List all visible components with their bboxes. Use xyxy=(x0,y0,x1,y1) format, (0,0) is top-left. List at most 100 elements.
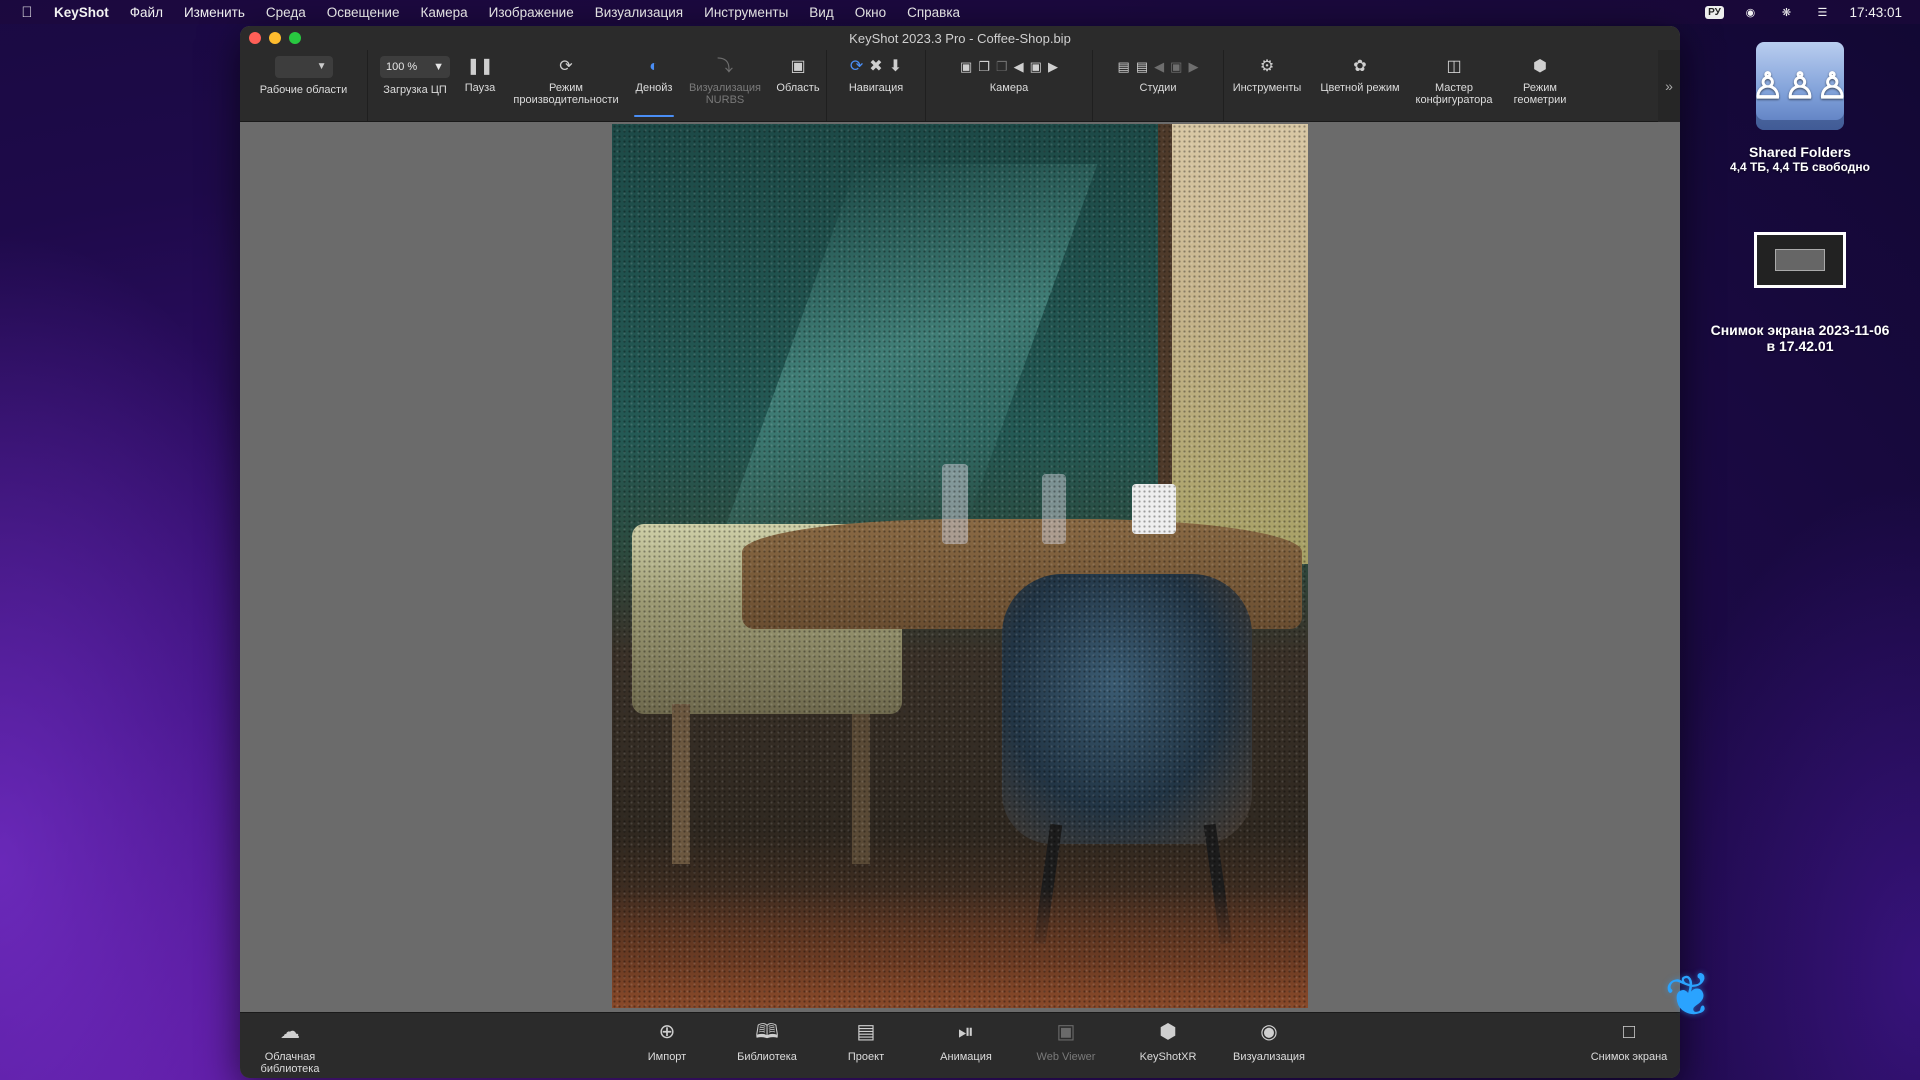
keyshotxr-button[interactable]: ⬢ KeyShotXR xyxy=(1131,1019,1205,1063)
menu-bar:  KeyShot Файл Изменить Среда Освещение … xyxy=(0,0,1920,24)
tools-button[interactable]: ⚙ Инструменты xyxy=(1224,50,1310,121)
drop-icon[interactable]: ⬇ xyxy=(889,59,902,75)
network-drive-icon: ♙♙♙ xyxy=(1752,42,1848,130)
menu-environment[interactable]: Среда xyxy=(266,5,306,20)
cloud-library-icon: ☁ xyxy=(280,1021,300,1043)
chevron-down-icon: ▼ xyxy=(433,61,444,73)
apple-logo-icon[interactable]:  xyxy=(18,4,36,21)
camera-prev-icon[interactable]: ◀ xyxy=(1014,60,1024,73)
ribbon-toolbar: ▼ Рабочие области 100 % ▼ Загрузка ЦП ❚❚ … xyxy=(240,50,1680,122)
nurbs-render-button[interactable]: ⤵ Визуализация NURBS xyxy=(680,50,770,121)
studio-prev-icon[interactable]: ◀ xyxy=(1154,60,1164,73)
web-viewer-label: Web Viewer xyxy=(1036,1051,1096,1063)
palette-icon: ✿ xyxy=(1353,58,1367,75)
pause-button[interactable]: ❚❚ Пауза xyxy=(456,50,504,121)
zoom-select[interactable]: 100 % ▼ xyxy=(380,56,450,78)
shared-folders-drive[interactable]: ♙♙♙ Shared Folders 4,4 ТБ, 4,4 ТБ свобод… xyxy=(1712,42,1888,174)
navigation-label: Навигация xyxy=(848,82,904,94)
denoise-button[interactable]: ◐ Денойз xyxy=(628,50,680,121)
drive-name: Shared Folders xyxy=(1749,144,1851,160)
cpu-group: 100 % ▼ Загрузка ЦП ❚❚ Пауза ⟳ Режим прои… xyxy=(374,50,827,121)
menu-edit[interactable]: Изменить xyxy=(184,5,245,20)
animation-label: Анимация xyxy=(940,1051,992,1063)
maximize-window-button[interactable] xyxy=(289,32,301,44)
app-status-icon[interactable]: ◉ xyxy=(1741,5,1759,19)
menu-bar-clock[interactable]: 17:43:01 xyxy=(1849,5,1902,20)
import-label: Импорт xyxy=(647,1051,687,1063)
camera-button[interactable]: ▣ ❐ ❐ ◀ ▣ ▶ Камера xyxy=(926,50,1092,121)
cpu-usage-button[interactable]: 100 % ▼ Загрузка ЦП xyxy=(374,50,456,121)
cloud-library-button[interactable]: ☁ Облачная библиотека xyxy=(258,1019,322,1075)
menu-view[interactable]: Вид xyxy=(809,5,833,20)
close-window-button[interactable] xyxy=(249,32,261,44)
cube-icon: ⬢ xyxy=(1159,1021,1177,1043)
screenshot-button[interactable]: □ Снимок экрана xyxy=(1584,1019,1674,1063)
performance-mode-button[interactable]: ⟳ Режим производительности xyxy=(504,50,628,121)
nurbs-label-2: NURBS xyxy=(705,94,745,106)
zoom-value: 100 % xyxy=(386,61,418,73)
menu-lighting[interactable]: Освещение xyxy=(327,5,400,20)
menu-image[interactable]: Изображение xyxy=(489,5,574,20)
render-button[interactable]: ◉ Визуализация xyxy=(1222,1019,1316,1063)
workspaces-button[interactable]: ▼ Рабочие области xyxy=(254,50,353,121)
project-button[interactable]: ▤ Проект xyxy=(834,1019,898,1063)
window-titlebar[interactable]: KeyShot 2023.3 Pro - Coffee-Shop.bip xyxy=(240,26,1680,50)
screenshot-file[interactable]: Снимок экрана 2023-11-06 в 17.42.01 xyxy=(1690,232,1910,354)
control-center-icon[interactable]: ☰ xyxy=(1813,5,1831,19)
region-button[interactable]: ▣ Область xyxy=(770,50,826,121)
camera-add-icon[interactable]: ▣ xyxy=(960,60,972,73)
minimize-window-button[interactable] xyxy=(269,32,281,44)
input-language-label: РУ xyxy=(1705,5,1724,19)
web-viewer-button[interactable]: ▣ Web Viewer xyxy=(1029,1019,1103,1063)
input-language-icon[interactable]: РУ xyxy=(1705,5,1724,19)
menu-app-name[interactable]: KeyShot xyxy=(54,5,109,20)
camera-copy-icon[interactable]: ❐ xyxy=(978,60,990,73)
drive-info: 4,4 ТБ, 4,4 ТБ свободно xyxy=(1730,160,1870,174)
configurator-icon: ◫ xyxy=(1446,58,1462,75)
denoise-label: Денойз xyxy=(635,82,673,94)
configurator-wizard-button[interactable]: ◫ Мастер конфигуратора xyxy=(1410,50,1498,121)
render-viewport[interactable] xyxy=(240,124,1680,1032)
monitor-icon: ▣ xyxy=(1056,1021,1076,1043)
geometry-label-1: Режим xyxy=(1523,82,1557,94)
menu-window[interactable]: Окно xyxy=(855,5,886,20)
screenshot-icon: □ xyxy=(1622,1021,1636,1043)
screenshot-file-name-2: в 17.42.01 xyxy=(1766,338,1834,354)
camera-next-icon[interactable]: ▶ xyxy=(1048,60,1058,73)
studios-group: ▤ ▤ ◀ ▣ ▶ Студии xyxy=(1093,50,1224,121)
menu-render[interactable]: Визуализация xyxy=(595,5,683,20)
menu-bar-status-area: РУ ◉ ❋ ☰ 17:43:01 xyxy=(1705,0,1902,24)
camera-group: ▣ ❐ ❐ ◀ ▣ ▶ Камера xyxy=(926,50,1093,121)
studio-next-icon[interactable]: ▶ xyxy=(1188,60,1198,73)
rotate-icon[interactable]: ⟳ xyxy=(850,59,863,75)
play-icon: ⏯ xyxy=(958,1021,974,1043)
render-image[interactable] xyxy=(612,124,1308,1008)
color-mode-button[interactable]: ✿ Цветной режим xyxy=(1310,50,1410,121)
navigation-button[interactable]: ⟳ ✖ ⬇ Навигация xyxy=(827,50,925,121)
studio-list-icon[interactable]: ▤ xyxy=(1136,60,1148,73)
fit-icon[interactable]: ✖ xyxy=(869,59,882,75)
menu-file[interactable]: Файл xyxy=(130,5,163,20)
studios-button[interactable]: ▤ ▤ ◀ ▣ ▶ Студии xyxy=(1093,50,1223,121)
bug-status-icon[interactable]: ❋ xyxy=(1777,5,1795,19)
menu-help[interactable]: Справка xyxy=(907,5,960,20)
workspaces-select[interactable]: ▼ xyxy=(274,56,333,78)
animation-button[interactable]: ⏯ Анимация xyxy=(929,1019,1003,1063)
studio-view-icon[interactable]: ▣ xyxy=(1170,60,1182,73)
studio-add-icon[interactable]: ▤ xyxy=(1118,60,1130,73)
performance-mode-icon: ⟳ xyxy=(559,58,573,75)
toolbar-overflow-icon[interactable]: » xyxy=(1658,50,1680,122)
camera-icons: ▣ ❐ ❐ ◀ ▣ ▶ xyxy=(960,56,1058,78)
camera-view-icon[interactable]: ▣ xyxy=(1030,60,1042,73)
nurbs-icon: ⤵ xyxy=(716,58,733,75)
tools-group: ⚙ Инструменты ✿ Цветной режим ◫ Мастер к… xyxy=(1224,50,1582,121)
menu-camera[interactable]: Камера xyxy=(420,5,467,20)
cloud-library-label-1: Облачная xyxy=(264,1051,316,1063)
library-button[interactable]: 🕮 Библиотека xyxy=(730,1019,804,1063)
camera-delete-icon[interactable]: ❐ xyxy=(996,60,1008,73)
studios-icons: ▤ ▤ ◀ ▣ ▶ xyxy=(1118,56,1199,78)
geometry-mode-button[interactable]: ⬢ Режим геометрии xyxy=(1498,50,1582,121)
configurator-label-2: конфигуратора xyxy=(1415,94,1493,106)
menu-tools[interactable]: Инструменты xyxy=(704,5,788,20)
import-button[interactable]: ⊕ Импорт xyxy=(635,1019,699,1063)
